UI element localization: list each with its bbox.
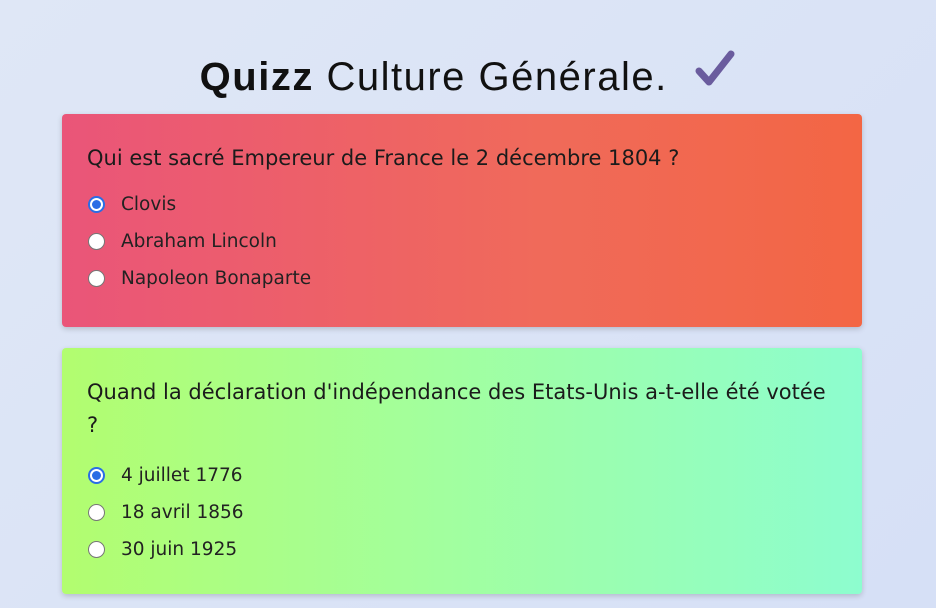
question-text: Qui est sacré Empereur de France le 2 dé… [87,146,680,170]
radio-button[interactable] [88,504,105,521]
question-card-2: Quand la déclaration d'indépendance des … [62,348,862,594]
answer-label: Abraham Lincoln [121,231,277,252]
question-text: Quand la déclaration d'indépendance des … [87,380,826,437]
radio-button[interactable] [88,270,105,287]
title-bold: Quizz [199,54,314,99]
title-rest: Culture Générale. [326,54,668,99]
answer-option[interactable]: Napoleon Bonaparte [87,260,837,297]
answer-label: Napoleon Bonaparte [121,268,312,289]
answer-label: 18 avril 1856 [121,502,244,523]
answer-option[interactable]: Clovis [87,186,837,223]
radio-button[interactable] [88,541,105,558]
radio-button[interactable] [88,467,105,484]
answer-label: Clovis [121,194,177,215]
checkmark-icon [694,49,736,102]
answer-option[interactable]: 30 juin 1925 [87,531,837,568]
answer-option[interactable]: Abraham Lincoln [87,223,837,260]
answer-label: 4 juillet 1776 [121,465,243,486]
page-title: Quizz Culture Générale. [0,49,936,106]
answer-option[interactable]: 18 avril 1856 [87,494,837,531]
radio-button[interactable] [88,196,105,213]
answer-label: 30 juin 1925 [121,539,238,560]
answer-option[interactable]: 4 juillet 1776 [87,457,837,494]
radio-button[interactable] [88,233,105,250]
question-card-1: Qui est sacré Empereur de France le 2 dé… [62,114,862,327]
